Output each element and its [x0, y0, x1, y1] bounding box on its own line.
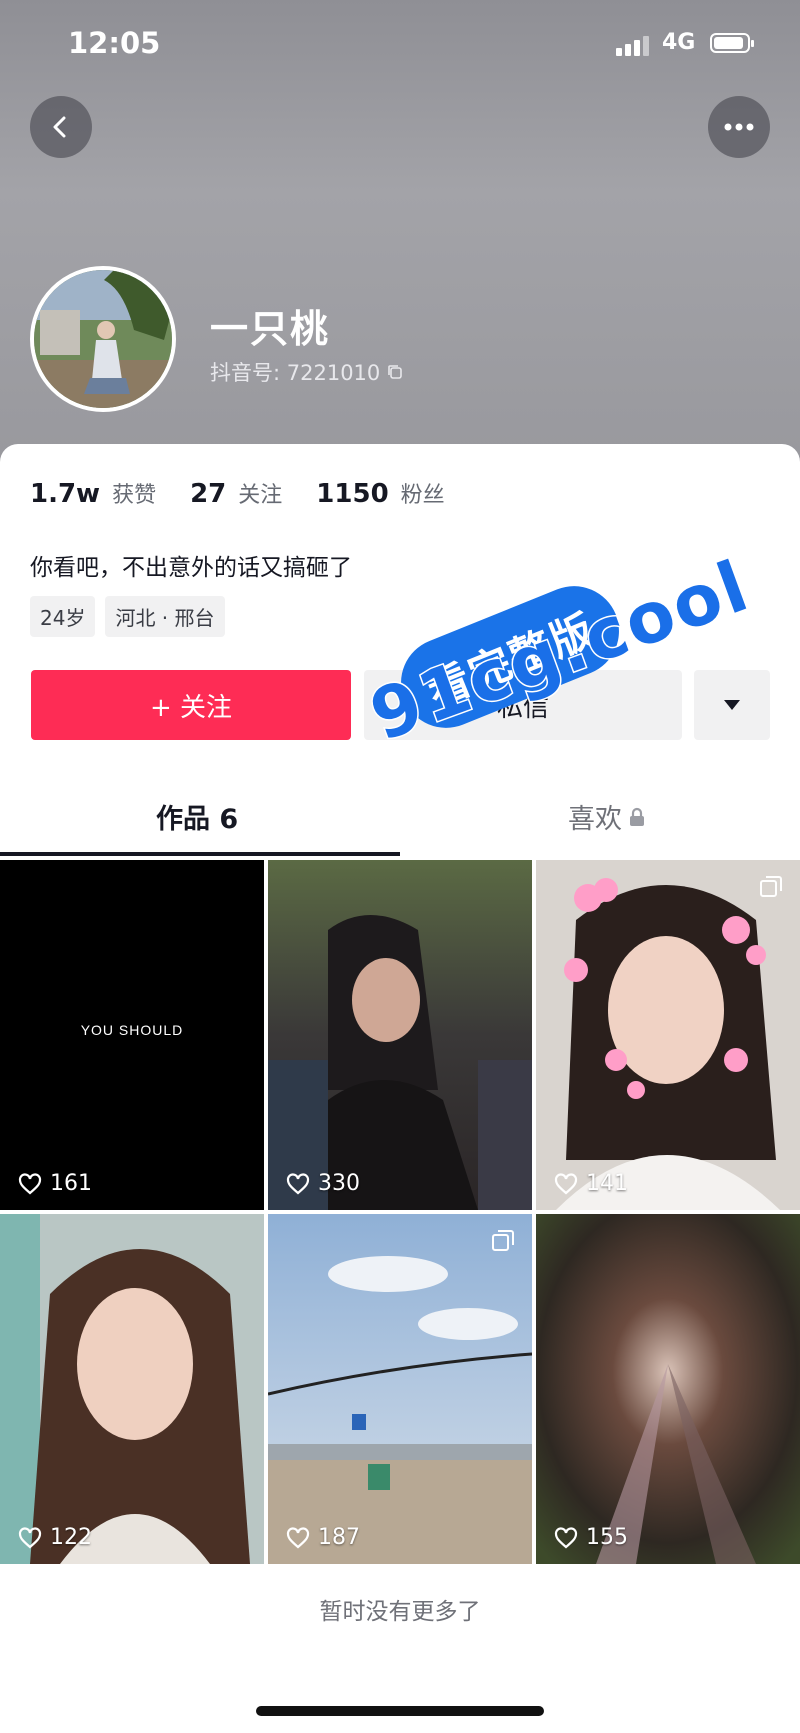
likes-count: 187 — [318, 1525, 360, 1550]
status-bar: 12:05 4G — [0, 0, 800, 90]
battery-icon — [710, 33, 754, 53]
video-tile[interactable]: 122 — [0, 1214, 264, 1564]
heart-icon — [286, 1172, 310, 1194]
video-grid: YOU SHOULD 161 330 141 122 187 155 — [0, 860, 800, 1566]
avatar[interactable] — [30, 266, 176, 412]
stat-number: 1.7w — [30, 479, 101, 509]
follow-label: + 关注 — [149, 692, 233, 723]
more-horizontal-icon — [724, 123, 754, 131]
video-tile[interactable]: 187 — [268, 1214, 532, 1564]
multi-photo-icon — [760, 876, 782, 897]
chevron-left-icon — [53, 116, 66, 138]
home-indicator — [256, 1706, 544, 1716]
video-likes: 161 — [18, 1171, 92, 1196]
video-tile[interactable]: 141 — [536, 860, 800, 1210]
douyin-id-label: 抖音号: 7221010 — [210, 361, 381, 385]
no-more-content-label: 暂时没有更多了 — [319, 1599, 481, 1625]
tab-works[interactable]: 作品 6 — [156, 797, 238, 836]
signal-icon — [616, 36, 649, 56]
video-tile[interactable]: YOU SHOULD 161 — [0, 860, 264, 1210]
lock-icon — [630, 807, 644, 826]
profile-stats: 1.7w 获赞 27 关注 1150 粉丝 — [30, 477, 445, 509]
douyin-id: 抖音号: 7221010 — [210, 357, 404, 387]
likes-count: 161 — [50, 1171, 92, 1196]
likes-count: 330 — [318, 1171, 360, 1196]
likes-count: 141 — [586, 1171, 628, 1196]
tag-age: 24岁 — [30, 596, 96, 637]
profile-tags: 24岁 河北 · 邢台 — [30, 596, 225, 637]
stat-number: 1150 — [316, 479, 389, 509]
heart-icon — [554, 1172, 578, 1194]
tab-indicator — [0, 852, 400, 856]
heart-icon — [554, 1526, 578, 1548]
tab-works-label: 作品 6 — [156, 804, 239, 835]
stat-label: 粉丝 — [400, 483, 445, 508]
multi-photo-icon — [492, 1230, 514, 1251]
stat-label: 关注 — [238, 483, 283, 508]
video-caption: YOU SHOULD — [80, 1022, 184, 1038]
tag-location: 河北 · 邢台 — [105, 596, 225, 637]
stat-label: 获赞 — [112, 483, 157, 508]
video-likes: 330 — [286, 1171, 360, 1196]
likes-count: 122 — [50, 1525, 92, 1550]
tab-likes[interactable]: 喜欢 — [568, 797, 646, 836]
heart-icon — [18, 1172, 42, 1194]
heart-icon — [18, 1526, 42, 1548]
profile-bio: 你看吧，不出意外的话又搞砸了 — [30, 555, 352, 581]
stat-following[interactable]: 27 关注 — [190, 477, 282, 509]
stat-likes[interactable]: 1.7w 获赞 — [30, 477, 156, 509]
profile-name: 一只桃 — [210, 307, 331, 351]
video-tile[interactable]: 155 — [536, 1214, 800, 1564]
caret-down-icon — [724, 700, 740, 710]
stat-followers[interactable]: 1150 粉丝 — [316, 477, 444, 509]
video-likes: 187 — [286, 1525, 360, 1550]
copy-icon[interactable] — [386, 363, 404, 381]
video-likes: 141 — [554, 1171, 628, 1196]
video-tile[interactable]: 330 — [268, 860, 532, 1210]
tab-likes-label: 喜欢 — [568, 804, 622, 835]
more-options-button[interactable] — [708, 96, 770, 158]
stat-number: 27 — [190, 479, 227, 509]
more-actions-button[interactable] — [694, 670, 770, 740]
status-time: 12:05 — [68, 26, 161, 60]
follow-button[interactable]: + 关注 — [31, 670, 351, 740]
back-button[interactable] — [30, 96, 92, 158]
likes-count: 155 — [586, 1525, 628, 1550]
network-label: 4G — [662, 30, 696, 55]
video-likes: 122 — [18, 1525, 92, 1550]
video-likes: 155 — [554, 1525, 628, 1550]
heart-icon — [286, 1526, 310, 1548]
